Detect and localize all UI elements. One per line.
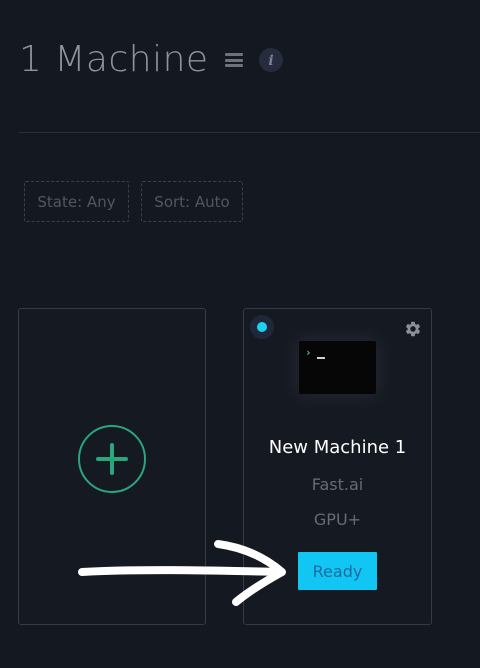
add-machine-card[interactable] [18,308,206,625]
terminal-icon: › [299,341,376,394]
gear-icon[interactable] [404,320,422,338]
plus-circle-icon [78,425,146,493]
status-dot-icon [257,322,267,332]
machine-card[interactable]: › New Machine 1 Fast.ai GPU+ Ready [243,308,432,625]
ready-button[interactable]: Ready [298,552,377,590]
list-icon-bar [224,53,243,56]
info-glyph: i [268,53,273,69]
header-divider [19,132,480,133]
page-header: 1 Machine i [19,38,283,82]
machine-name: New Machine 1 [268,437,407,458]
state-filter-button[interactable]: State: Any [24,181,129,222]
status-indicator [250,315,274,339]
list-icon-bar [224,58,243,62]
terminal-cursor [317,357,325,359]
info-icon[interactable]: i [258,48,283,72]
list-icon-bar [224,64,243,67]
list-icon[interactable] [224,53,243,67]
machine-tier: GPU+ [313,510,362,529]
info-glyph-text: i [268,53,273,69]
sort-filter-button[interactable]: Sort: Auto [141,181,243,222]
machine-template: Fast.ai [311,475,364,494]
page: 1 Machine i State: Any Sort: Auto › New … [0,0,480,668]
terminal-prompt: › [305,346,312,359]
page-title: 1 Machine [19,39,209,80]
